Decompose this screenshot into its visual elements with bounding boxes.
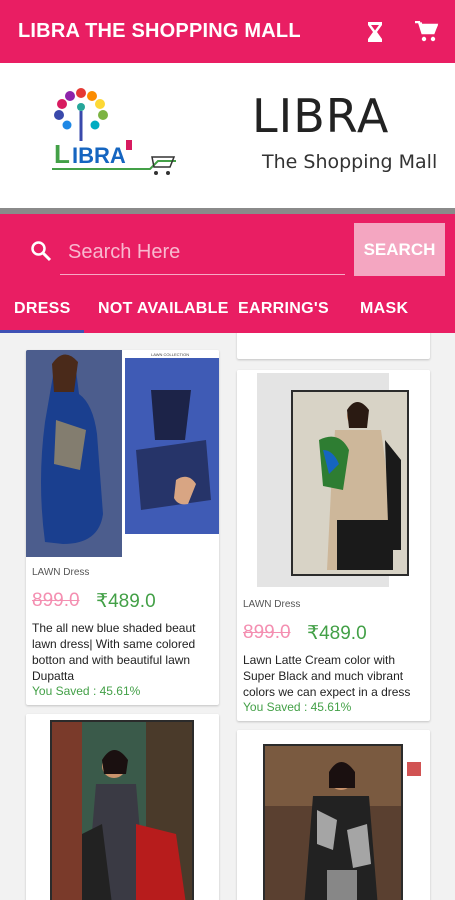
search-icon: [30, 240, 52, 267]
tab-earrings[interactable]: EARRING'S: [238, 300, 329, 318]
app-bar: LIBRA THE SHOPPING MALL: [0, 0, 455, 63]
product-old-price: 899.0: [32, 590, 80, 611]
tab-not-available[interactable]: NOT AVAILABLE: [98, 300, 229, 318]
brand-tagline: The Shopping Mall: [262, 151, 438, 173]
product-card[interactable]: [237, 730, 430, 900]
product-saved: You Saved : 45.61%: [32, 684, 141, 698]
svg-text:L: L: [54, 139, 70, 169]
libra-logo: L IBRA: [48, 85, 183, 185]
brand-header: L IBRA LIBRA The Shopping Mall: [0, 63, 455, 208]
product-card[interactable]: LAWN COLLECTION LAWN Dress 899.0 ₹489.0 …: [26, 350, 219, 705]
product-old-price: 899.0: [243, 622, 291, 643]
product-image[interactable]: [237, 730, 430, 900]
search-bar: SEARCH DRESS NOT AVAILABLE EARRING'S MAS…: [0, 220, 455, 333]
product-price: ₹489.0: [307, 623, 367, 644]
product-image[interactable]: LAWN COLLECTION: [26, 350, 219, 560]
product-category: LAWN Dress: [243, 599, 301, 610]
hourglass-icon[interactable]: [367, 21, 383, 42]
product-image[interactable]: [26, 714, 219, 900]
product-card-partial[interactable]: [237, 333, 430, 359]
product-grid[interactable]: LAWN COLLECTION LAWN Dress 899.0 ₹489.0 …: [0, 333, 455, 900]
product-saved: You Saved : 45.61%: [243, 700, 352, 714]
search-input[interactable]: [60, 230, 345, 275]
cart-icon[interactable]: [415, 20, 439, 43]
tab-mask[interactable]: MASK: [360, 300, 408, 318]
category-tabs: DRESS NOT AVAILABLE EARRING'S MASK: [0, 294, 455, 333]
brand-name: LIBRA: [252, 89, 390, 143]
product-card[interactable]: [26, 714, 219, 900]
svg-text:LAWN COLLECTION: LAWN COLLECTION: [151, 352, 189, 357]
product-image[interactable]: [237, 370, 430, 592]
product-category: LAWN Dress: [32, 567, 90, 578]
logo-text: IBRA: [72, 143, 126, 168]
search-button[interactable]: SEARCH: [354, 223, 445, 276]
tab-dress[interactable]: DRESS: [14, 300, 71, 318]
product-description: Lawn Latte Cream color with Super Black …: [243, 653, 411, 699]
app-title: LIBRA THE SHOPPING MALL: [18, 20, 301, 42]
product-description: The all new blue shaded beaut lawn dress…: [32, 621, 196, 683]
product-price: ₹489.0: [96, 591, 156, 612]
product-card[interactable]: LAWN Dress 899.0 ₹489.0 Lawn Latte Cream…: [237, 370, 430, 721]
